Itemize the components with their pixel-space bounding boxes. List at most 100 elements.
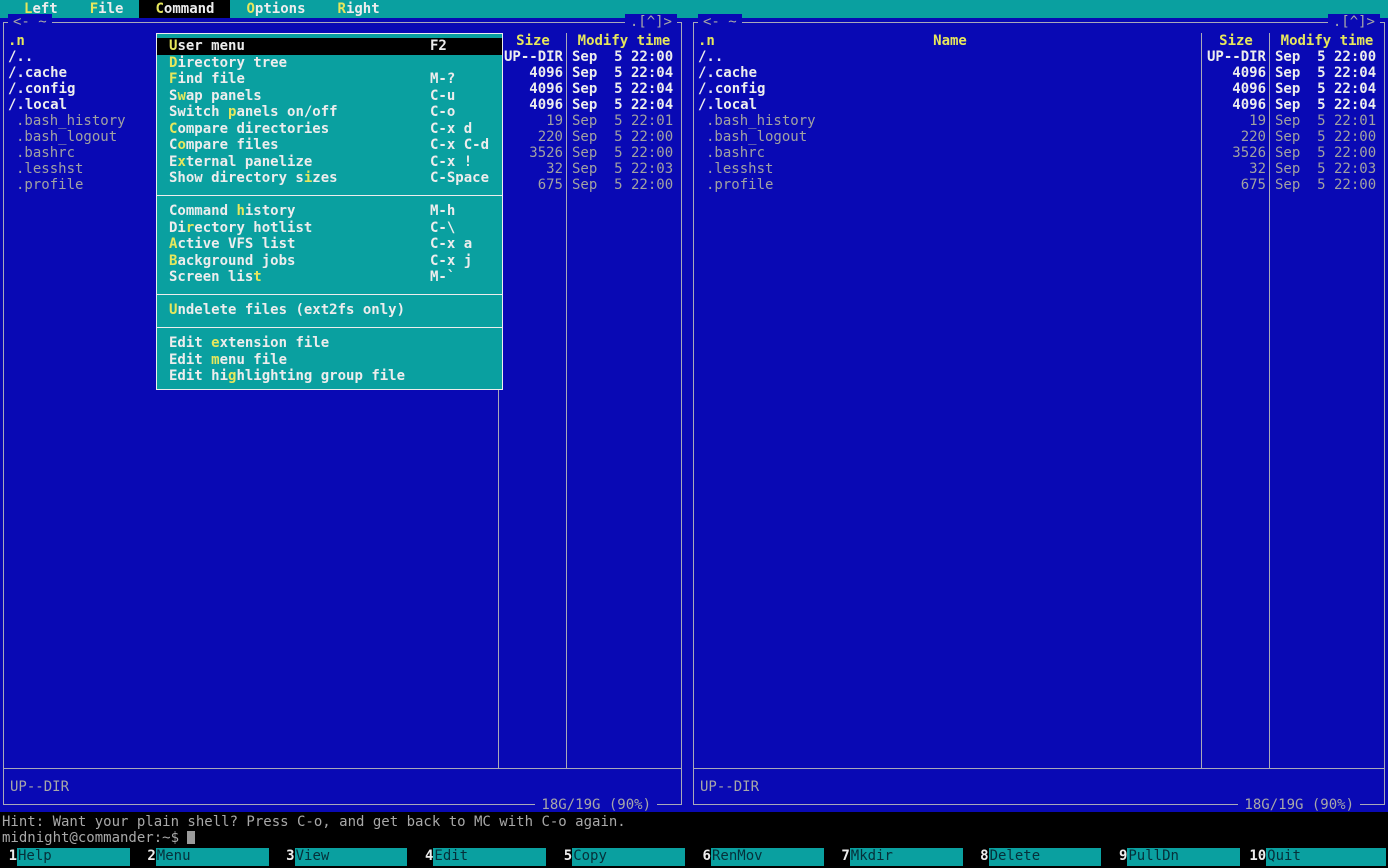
menubar-item-command[interactable]: Command <box>139 0 230 18</box>
file-row[interactable]: .bash_history19Sep 5 22:01 <box>694 113 1384 129</box>
fkey-delete[interactable]: 8Delete <box>972 848 1111 866</box>
file-size: 4096 <box>1202 81 1270 97</box>
fkey-label: Copy <box>572 848 685 866</box>
panels-area: <- ~.[^]>.nNameSizeModify time/..UP--DIR… <box>0 18 1388 812</box>
menu-item-user-menu[interactable]: User menuF2 <box>157 38 502 55</box>
menu-item-background-jobs[interactable]: Background jobsC-x j <box>157 253 502 270</box>
file-size: 4096 <box>499 81 567 97</box>
sort-indicator: .n <box>698 33 715 49</box>
menu-shortcut: C-\ <box>430 220 490 237</box>
menu-item-undelete-files-ext2fs-only[interactable]: Undelete files (ext2fs only) <box>157 302 502 319</box>
hotkey-letter: t <box>253 269 261 285</box>
file-size: 19 <box>499 113 567 129</box>
history-left-arrow-icon[interactable]: <- <box>703 14 720 30</box>
menu-item-external-panelize[interactable]: External panelizeC-x ! <box>157 154 502 171</box>
file-row[interactable]: /..UP--DIRSep 5 22:00 <box>694 49 1384 65</box>
file-mtime: Sep 5 22:00 <box>567 177 681 193</box>
sort-indicator: .n <box>8 33 25 49</box>
menu-shortcut <box>430 368 490 385</box>
fkey-pulldn[interactable]: 9PullDn <box>1110 848 1249 866</box>
fkey-menu[interactable]: 2Menu <box>139 848 278 866</box>
menubar-item-file[interactable]: File <box>74 0 140 18</box>
file-size: 4096 <box>1202 65 1270 81</box>
file-mtime: Sep 5 22:04 <box>1270 65 1384 81</box>
file-name: /.cache <box>694 65 1202 81</box>
file-size: 3526 <box>1202 145 1270 161</box>
file-row[interactable]: .bashrc3526Sep 5 22:00 <box>694 145 1384 161</box>
history-left-arrow-icon[interactable]: <- <box>13 14 30 30</box>
menu-item-command-history[interactable]: Command historyM-h <box>157 203 502 220</box>
column-header-size[interactable]: Size <box>1202 33 1270 49</box>
menu-item-edit-highlighting-group-file[interactable]: Edit highlighting group file <box>157 368 502 385</box>
menu-item-compare-directories[interactable]: Compare directoriesC-x d <box>157 121 502 138</box>
fkey-edit[interactable]: 4Edit <box>416 848 555 866</box>
file-mtime: Sep 5 22:01 <box>1270 113 1384 129</box>
file-size: 675 <box>499 177 567 193</box>
menu-shortcut: C-x C-d <box>430 137 490 154</box>
menu-item-edit-extension-file[interactable]: Edit extension file <box>157 335 502 352</box>
panel-nav-buttons[interactable]: .[^]> <box>625 14 677 30</box>
column-header-mtime[interactable]: Modify time <box>567 33 681 49</box>
file-row[interactable]: /.config4096Sep 5 22:04 <box>694 81 1384 97</box>
midnight-commander-screen: LeftFileCommandOptionsRight <- ~.[^]>.nN… <box>0 0 1388 868</box>
fkey-quit[interactable]: 10Quit <box>1249 848 1388 866</box>
fkey-view[interactable]: 3View <box>278 848 417 866</box>
column-header-mtime[interactable]: Modify time <box>1270 33 1384 49</box>
menu-item-screen-list[interactable]: Screen listM-` <box>157 269 502 286</box>
menu-item-active-vfs-list[interactable]: Active VFS listC-x a <box>157 236 502 253</box>
file-mtime: Sep 5 22:04 <box>1270 81 1384 97</box>
fkey-number: 2 <box>139 848 156 866</box>
file-row[interactable]: .lesshst32Sep 5 22:03 <box>694 161 1384 177</box>
file-mtime: Sep 5 22:00 <box>1270 129 1384 145</box>
panel-nav-buttons[interactable]: .[^]> <box>1328 14 1380 30</box>
fkey-label: Mkdir <box>850 848 963 866</box>
file-mtime: Sep 5 22:03 <box>1270 161 1384 177</box>
file-mtime: Sep 5 22:00 <box>1270 145 1384 161</box>
file-row[interactable]: .profile675Sep 5 22:00 <box>694 177 1384 193</box>
fkey-label: PullDn <box>1127 848 1240 866</box>
hotkey-letter: R <box>338 1 346 17</box>
menubar-item-right[interactable]: Right <box>322 0 396 18</box>
menu-bar: LeftFileCommandOptionsRight <box>0 0 1388 18</box>
file-row[interactable]: .bash_logout220Sep 5 22:00 <box>694 129 1384 145</box>
text-cursor <box>187 831 195 844</box>
menu-shortcut: M-? <box>430 71 490 88</box>
bottom-area: Hint: Want your plain shell? Press C-o, … <box>0 812 1388 868</box>
menu-item-edit-menu-file[interactable]: Edit menu file <box>157 352 502 369</box>
file-name: /.config <box>694 81 1202 97</box>
file-mtime: Sep 5 22:04 <box>567 97 681 113</box>
hotkey-letter: x <box>177 154 185 170</box>
file-row[interactable]: /.cache4096Sep 5 22:04 <box>694 65 1384 81</box>
menu-item-swap-panels[interactable]: Swap panelsC-u <box>157 88 502 105</box>
fkey-mkdir[interactable]: 7Mkdir <box>833 848 972 866</box>
fkey-label: RenMov <box>711 848 824 866</box>
menu-item-compare-files[interactable]: Compare filesC-x C-d <box>157 137 502 154</box>
function-key-bar: 1Help2Menu3View4Edit5Copy6RenMov7Mkdir8D… <box>0 848 1388 866</box>
menu-item-directory-tree[interactable]: Directory tree <box>157 55 502 72</box>
fkey-number: 6 <box>694 848 711 866</box>
fkey-number: 1 <box>0 848 17 866</box>
menu-shortcut <box>430 352 490 369</box>
fkey-label: Edit <box>433 848 546 866</box>
menubar-item-options[interactable]: Options <box>230 0 321 18</box>
file-mtime: Sep 5 22:00 <box>1270 49 1384 65</box>
file-size: 4096 <box>1202 97 1270 113</box>
file-row[interactable]: /.local4096Sep 5 22:04 <box>694 97 1384 113</box>
fkey-label: Quit <box>1266 848 1386 866</box>
fkey-renmov[interactable]: 6RenMov <box>694 848 833 866</box>
shell-command-line[interactable]: midnight@commander:~$ <box>0 830 1388 846</box>
fkey-copy[interactable]: 5Copy <box>555 848 694 866</box>
menu-item-find-file[interactable]: Find fileM-? <box>157 71 502 88</box>
column-header-name[interactable]: Name <box>698 33 1202 49</box>
file-size: 220 <box>1202 129 1270 145</box>
hotkey-letter: C <box>155 1 163 17</box>
fkey-help[interactable]: 1Help <box>0 848 139 866</box>
file-size: UP--DIR <box>499 49 567 65</box>
file-mtime: Sep 5 22:04 <box>567 81 681 97</box>
file-name: /.. <box>694 49 1202 65</box>
menu-item-directory-hotlist[interactable]: Directory hotlistC-\ <box>157 220 502 237</box>
menu-item-switch-panels-on-off[interactable]: Switch panels on/offC-o <box>157 104 502 121</box>
column-header-size[interactable]: Size <box>499 33 567 49</box>
menu-item-show-directory-sizes[interactable]: Show directory sizesC-Space <box>157 170 502 187</box>
hotkey-letter: h <box>236 203 244 219</box>
